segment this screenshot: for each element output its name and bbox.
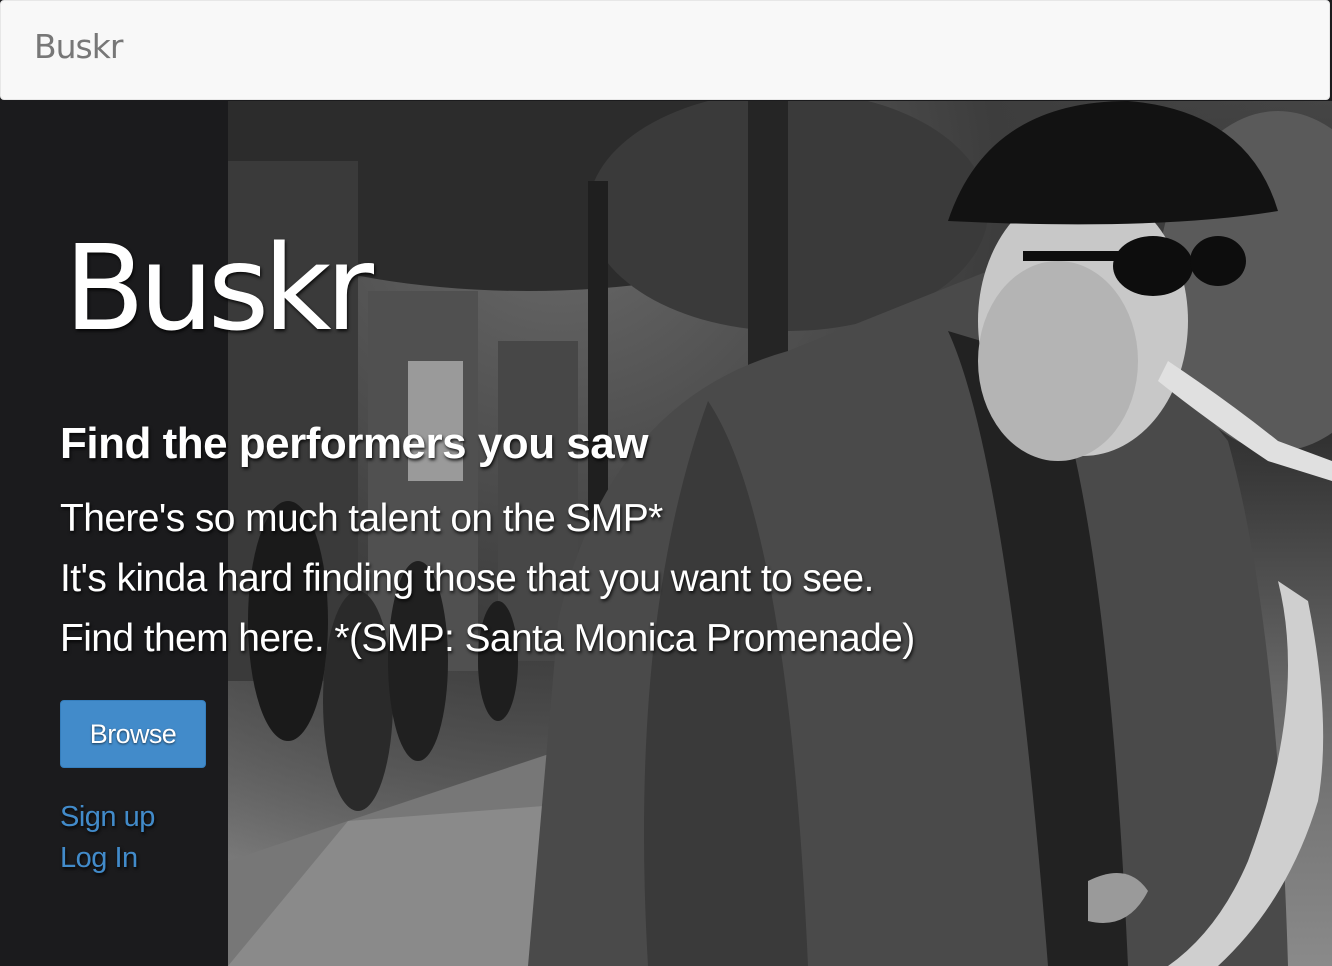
hero-description-line: There's so much talent on the SMP* bbox=[60, 497, 663, 540]
hero-description-line: It's kinda hard finding those that you w… bbox=[60, 557, 874, 600]
hero-description-line: Find them here. *(SMP: Santa Monica Prom… bbox=[60, 617, 915, 660]
navbar-brand-link[interactable]: Buskr bbox=[34, 27, 123, 66]
log-in-link[interactable]: Log In bbox=[60, 842, 138, 875]
hero-subtitle: Find the performers you saw bbox=[60, 419, 648, 468]
sign-up-link[interactable]: Sign up bbox=[60, 801, 155, 834]
browse-button[interactable]: Browse bbox=[60, 700, 206, 768]
hero-title: Buskr bbox=[64, 219, 374, 357]
navbar: Buskr bbox=[0, 0, 1330, 100]
hero-section: Buskr Find the performers you saw There'… bbox=[0, 101, 1332, 966]
